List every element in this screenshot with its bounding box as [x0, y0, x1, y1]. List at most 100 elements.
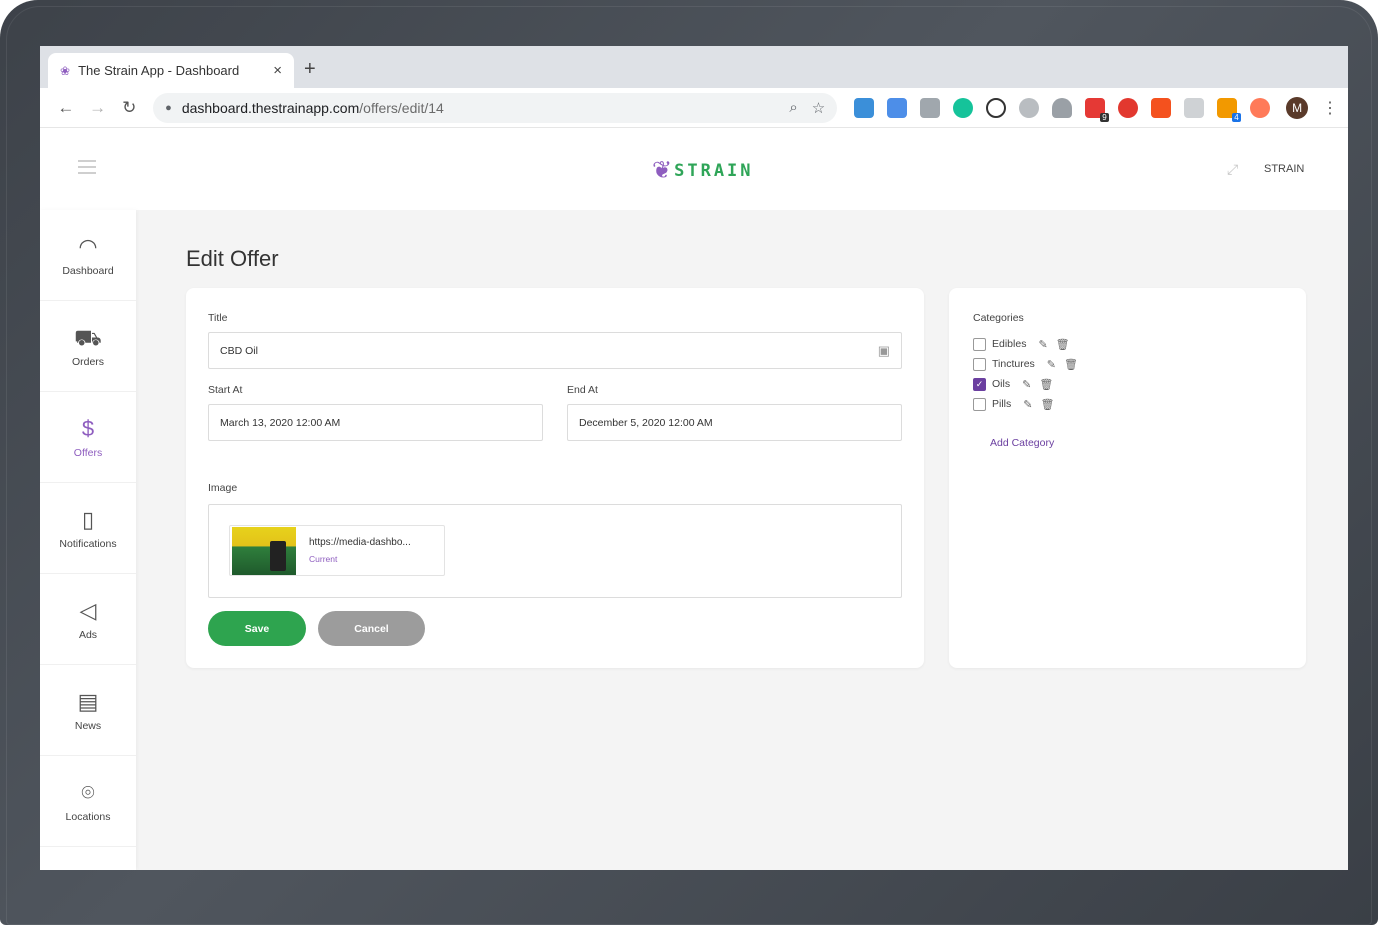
fullscreen-icon[interactable]: ⤢ [1227, 161, 1238, 178]
extension-percent-icon[interactable] [1150, 97, 1171, 118]
user-menu[interactable]: STRAIN [1264, 163, 1304, 175]
zoom-icon[interactable]: ⌕ [789, 99, 797, 116]
sidebar-item-locations[interactable]: ⌾ Locations [40, 756, 136, 847]
cancel-button[interactable]: Cancel [318, 611, 425, 646]
sidebar-item-label: Offers [73, 447, 103, 459]
megaphone-icon: ◁ [79, 598, 97, 623]
title-label: Title [208, 312, 228, 324]
sidebar: ◠ Dashboard ⛟ Orders $ Offers ▯ Notifica… [40, 210, 136, 870]
trash-icon[interactable]: 🗑 [1040, 398, 1054, 411]
save-button[interactable]: Save [208, 611, 306, 646]
trash-icon[interactable]: 🗑 [1039, 378, 1053, 391]
start-at-value: March 13, 2020 12:00 AM [220, 416, 341, 429]
url-path: /offers/edit/14 [359, 99, 444, 116]
extension-cloud-icon[interactable] [1051, 97, 1072, 118]
trash-icon[interactable]: 🗑 [1064, 358, 1078, 371]
category-name: Tinctures [992, 358, 1035, 370]
new-tab-button[interactable]: + [304, 58, 316, 81]
sidebar-item-label: News [74, 720, 102, 732]
categories-title: Categories [973, 312, 1024, 324]
extension-grammarly-icon[interactable] [952, 97, 973, 118]
extension-code-icon[interactable] [919, 97, 940, 118]
app-header: ❦ STRAIN ⤢ STRAIN [40, 128, 1348, 210]
extension-badge: 9 [1100, 112, 1109, 122]
laptop-frame: ❀ The Strain App - Dashboard × + ← → ↻ ●… [0, 0, 1378, 925]
category-checkbox[interactable] [973, 337, 986, 351]
browser-tabstrip: ❀ The Strain App - Dashboard × + [40, 46, 1348, 88]
extension-abp-icon[interactable] [1018, 97, 1039, 118]
sidebar-item-label: Notifications [59, 538, 117, 550]
extension-pen-icon[interactable] [853, 97, 874, 118]
sidebar-item-orders[interactable]: ⛟ Orders [40, 301, 136, 392]
trash-icon[interactable]: 🗑 [1056, 338, 1070, 351]
url-host: dashboard.thestrainapp.com [181, 99, 360, 116]
start-at-input[interactable]: March 13, 2020 12:00 AM [208, 404, 543, 441]
image-upload-area[interactable]: https://media-dashbo... Current [208, 504, 902, 598]
category-name: Oils [992, 378, 1011, 390]
image-url: https://media-dashbo... [309, 537, 411, 548]
image-meta: https://media-dashbo... Current [309, 537, 411, 564]
menu-toggle-icon[interactable] [78, 160, 98, 174]
sidebar-item-offers[interactable]: $ Offers [40, 392, 136, 483]
category-list: Edibles ✎ 🗑 Tinctures ✎ 🗑 ✓ Oils ✎ 🗑 Pil… [973, 334, 1086, 414]
browser-menu-icon[interactable]: ⋮ [1322, 98, 1338, 118]
extension-screen-icon[interactable] [886, 97, 907, 118]
title-input[interactable]: CBD Oil ▣ [208, 332, 902, 369]
category-row: Edibles ✎ 🗑 [973, 334, 1086, 354]
cart-icon: ⛟ [74, 325, 102, 350]
extension-target-icon[interactable] [1117, 97, 1138, 118]
reload-icon[interactable]: ↻ [113, 98, 145, 118]
category-row: Tinctures ✎ 🗑 [973, 354, 1086, 374]
address-bar[interactable]: ● dashboard.thestrainapp.com/offers/edit… [153, 92, 838, 123]
location-pin-icon: ⌾ [81, 780, 95, 805]
offer-form-card: Title CBD Oil ▣ Start At March 13, 2020 … [186, 288, 924, 668]
edit-pencil-icon[interactable]: ✎ [1022, 378, 1031, 391]
sidebar-item-news[interactable]: ▤ News [40, 665, 136, 756]
sidebar-item-notifications[interactable]: ▯ Notifications [40, 483, 136, 574]
sidebar-item-label: Orders [71, 356, 105, 368]
browser-toolbar: ← → ↻ ● dashboard.thestrainapp.com/offer… [40, 88, 1348, 128]
categories-card: Categories Edibles ✎ 🗑 Tinctures ✎ 🗑 ✓ O… [949, 288, 1306, 668]
sidebar-item-label: Dashboard [62, 265, 114, 277]
bookmark-star-icon[interactable]: ☆ [812, 99, 825, 117]
image-label: Image [208, 482, 238, 494]
extension-hubspot-icon[interactable] [1249, 97, 1270, 118]
sidebar-item-dashboard[interactable]: ◠ Dashboard [40, 210, 136, 301]
brand-logo: ❦ STRAIN [652, 156, 754, 185]
browser-tab[interactable]: ❀ The Strain App - Dashboard × [48, 53, 294, 88]
edit-pencil-icon[interactable]: ✎ [1038, 338, 1047, 351]
end-at-value: December 5, 2020 12:00 AM [579, 416, 713, 429]
category-checkbox[interactable] [973, 397, 986, 411]
extension-clock-icon[interactable] [985, 97, 1006, 118]
profile-avatar[interactable]: M [1286, 96, 1308, 119]
back-arrow-icon[interactable]: ← [50, 98, 82, 118]
extension-qr-icon[interactable] [1183, 97, 1204, 118]
sidebar-item-label: Ads [78, 629, 98, 641]
extension-red-icon[interactable]: 9 [1084, 97, 1109, 122]
tab-title: The Strain App - Dashboard [78, 63, 240, 78]
sidebar-item-label: Locations [65, 811, 111, 823]
tab-close-icon[interactable]: × [273, 62, 282, 79]
forward-arrow-icon[interactable]: → [82, 98, 114, 118]
current-image-item[interactable]: https://media-dashbo... Current [229, 525, 445, 576]
image-status: Current [309, 554, 338, 564]
category-row: ✓ Oils ✎ 🗑 [973, 374, 1086, 394]
url-text: dashboard.thestrainapp.com/offers/edit/1… [182, 100, 776, 116]
start-at-label: Start At [208, 384, 243, 396]
edit-pencil-icon[interactable]: ✎ [1023, 398, 1032, 411]
edit-pencil-icon[interactable]: ✎ [1047, 358, 1056, 371]
extensions-bar: 9 4 [847, 97, 1276, 122]
title-value: CBD Oil [220, 344, 258, 357]
end-at-input[interactable]: December 5, 2020 12:00 AM [567, 404, 902, 441]
sidebar-item-ads[interactable]: ◁ Ads [40, 574, 136, 665]
newspaper-icon: ▤ [77, 689, 99, 714]
price-tag-icon: $ [81, 416, 95, 441]
add-category-link[interactable]: Add Category [990, 437, 1054, 449]
extension-orange-icon[interactable]: 4 [1216, 97, 1241, 122]
category-checkbox[interactable]: ✓ [973, 377, 986, 391]
screen: ❀ The Strain App - Dashboard × + ← → ↻ ●… [40, 46, 1348, 870]
end-at-label: End At [567, 384, 598, 396]
strain-leaf-favicon-icon: ❀ [60, 63, 71, 78]
category-checkbox[interactable] [973, 357, 986, 371]
page-title: Edit Offer [186, 246, 279, 271]
